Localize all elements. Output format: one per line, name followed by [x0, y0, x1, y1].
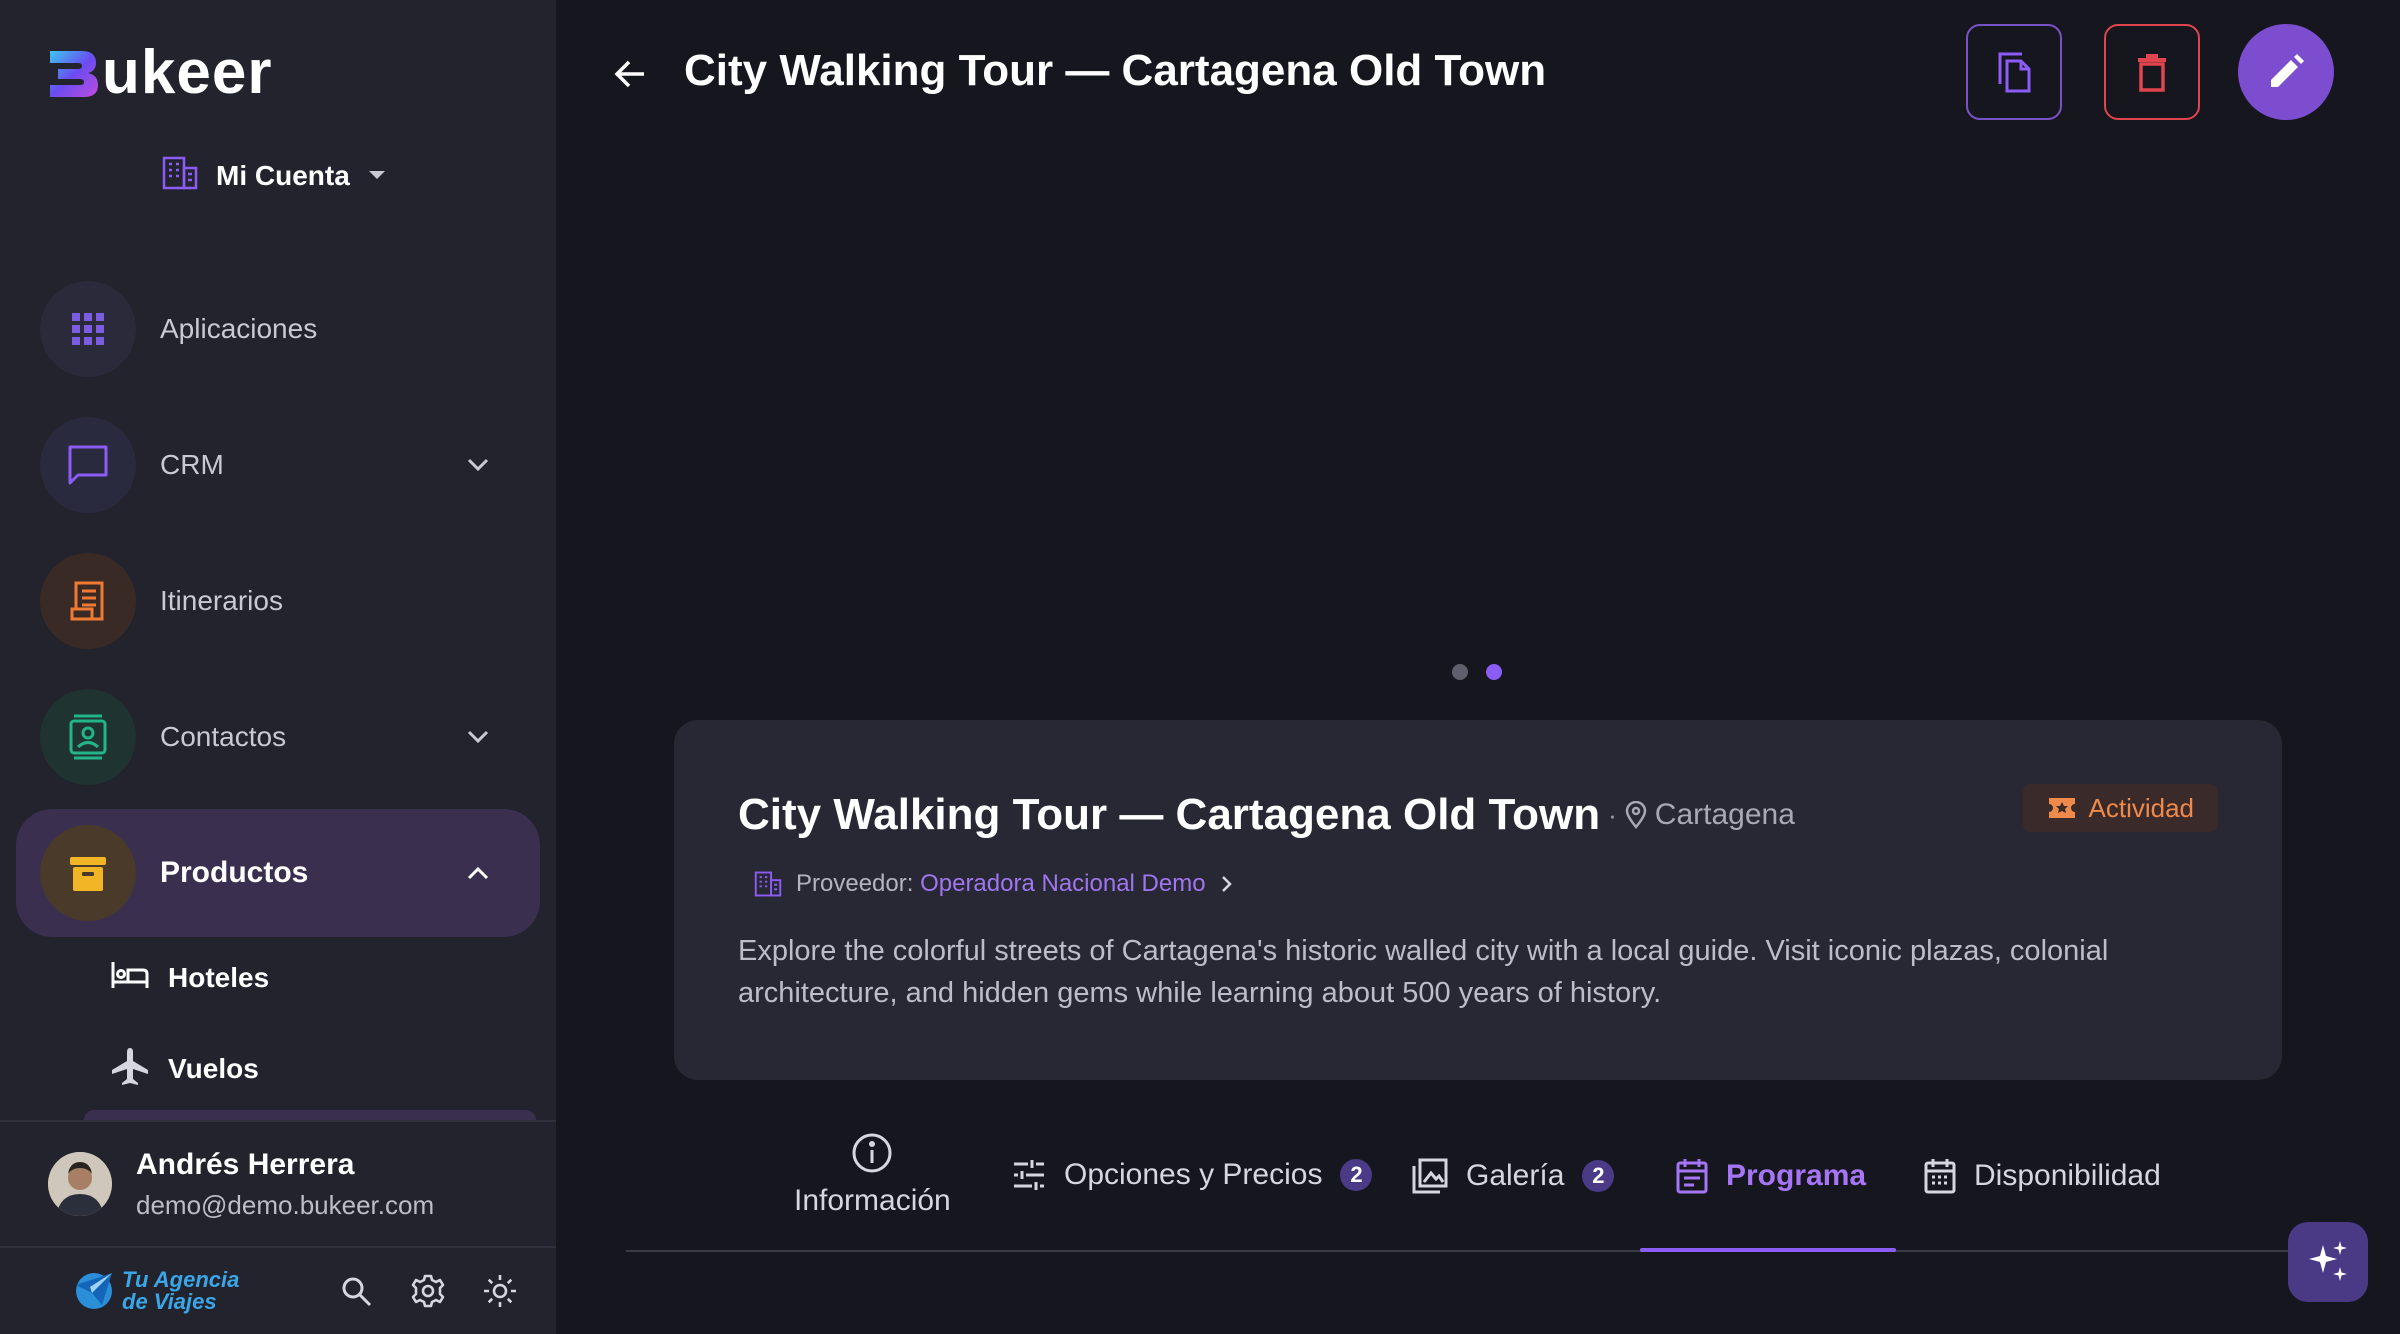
chevron-right-icon	[1221, 876, 1232, 892]
building-icon	[162, 156, 198, 195]
product-tabs: Información Opciones y Precios 2 Galería…	[626, 1110, 2290, 1252]
agency-name-line1: Tu Agencia	[122, 1267, 240, 1292]
chat-bubble-icon	[40, 417, 136, 513]
chevron-down-icon[interactable]	[458, 445, 498, 485]
tab-label: Galería	[1466, 1159, 1565, 1192]
product-type-badge: Actividad	[2022, 784, 2218, 832]
tab-informacion[interactable]: Información	[794, 1132, 951, 1218]
apps-grid-icon	[40, 281, 136, 377]
building-icon	[754, 871, 782, 897]
title-separator: ·	[1608, 799, 1617, 830]
logo-mark-icon	[44, 45, 102, 101]
contact-card-icon	[40, 689, 136, 785]
sidebar-subitem-hoteles[interactable]: Hoteles	[110, 960, 269, 995]
product-location: Cartagena	[1625, 798, 1795, 832]
sidebar-item-itinerarios[interactable]: Itinerarios	[16, 537, 540, 665]
sidebar-item-label: Productos	[160, 856, 309, 889]
info-icon	[852, 1133, 892, 1173]
trash-icon	[2138, 54, 2166, 92]
user-profile[interactable]: Andrés Herrera demo@demo.bukeer.com	[0, 1120, 556, 1246]
sidebar-item-label: Aplicaciones	[160, 313, 318, 344]
pencil-icon	[2271, 54, 2304, 87]
agency-name-line2: de Viajes	[122, 1289, 217, 1314]
account-selector[interactable]: Mi Cuenta	[162, 156, 386, 195]
map-pin-icon	[1625, 801, 1647, 829]
tab-count-badge: 2	[1582, 1160, 1615, 1192]
ticket-star-icon	[2048, 798, 2075, 818]
delete-button[interactable]	[2104, 24, 2200, 120]
sidebar-item-label: CRM	[160, 449, 224, 480]
copy-icon	[1998, 52, 2031, 93]
tab-programa[interactable]: Programa	[1676, 1158, 1866, 1194]
tab-count-badge: 2	[1340, 1159, 1373, 1191]
provider-link[interactable]: Operadora Nacional Demo	[920, 870, 1205, 897]
tab-label: Información	[794, 1184, 951, 1217]
page-title: City Walking Tour — Cartagena Old Town	[684, 46, 1547, 95]
sidebar-item-crm[interactable]: CRM	[16, 401, 540, 529]
avatar	[48, 1152, 112, 1216]
sidebar-item-productos[interactable]: Productos	[16, 809, 540, 937]
provider-label: Proveedor:	[796, 870, 914, 897]
airplane-icon	[110, 1046, 150, 1091]
tab-label: Programa	[1726, 1159, 1867, 1192]
sidebar-item-label: Contactos	[160, 721, 287, 752]
sliders-icon	[1014, 1160, 1044, 1190]
gallery-icon	[1412, 1158, 1448, 1194]
sidebar-item-contactos[interactable]: Contactos	[16, 673, 540, 801]
sidebar-subitem-label: Hoteles	[168, 961, 270, 993]
carousel-indicator	[1452, 664, 1502, 680]
logo-text: ukeer	[102, 38, 273, 107]
user-name: Andrés Herrera	[136, 1147, 355, 1181]
badge-label: Actividad	[2088, 792, 2195, 823]
calendar-grid-icon	[1924, 1159, 1956, 1194]
chevron-up-icon[interactable]	[458, 853, 498, 893]
sparkles-icon	[2309, 1241, 2347, 1281]
product-summary-card: City Walking Tour — Cartagena Old Town ·…	[674, 720, 2282, 1080]
archive-box-icon	[40, 825, 136, 921]
sidebar-item-label: Itinerarios	[160, 585, 283, 616]
location-label: Cartagena	[1654, 798, 1795, 831]
carousel-dot[interactable]	[1452, 664, 1468, 680]
back-button[interactable]	[608, 52, 652, 96]
app-logo[interactable]: ukeer	[44, 38, 272, 108]
tab-label: Disponibilidad	[1974, 1159, 2161, 1192]
sidebar-subitem-label: Vuelos	[168, 1052, 259, 1084]
duplicate-button[interactable]	[1966, 24, 2062, 120]
product-title: City Walking Tour — Cartagena Old Town	[738, 790, 1601, 839]
tab-galeria[interactable]: Galería 2	[1412, 1158, 1615, 1194]
tab-opciones-precios[interactable]: Opciones y Precios 2	[1012, 1158, 1373, 1192]
sidebar-subitem-vuelos[interactable]: Vuelos	[110, 1046, 259, 1091]
gear-icon[interactable]	[408, 1271, 448, 1311]
sun-icon[interactable]	[480, 1271, 520, 1311]
sidebar-footer: Tu Agencia de Viajes	[0, 1246, 556, 1334]
edit-button[interactable]	[2238, 24, 2334, 120]
bed-icon	[110, 960, 150, 995]
chevron-down-icon[interactable]	[458, 717, 498, 757]
caret-down-icon	[368, 167, 386, 185]
provider-row[interactable]: Proveedor: Operadora Nacional Demo	[754, 870, 1232, 898]
sidebar-item-aplicaciones[interactable]: Aplicaciones	[16, 265, 540, 393]
document-list-icon	[40, 553, 136, 649]
tab-label: Opciones y Precios	[1064, 1158, 1323, 1191]
agency-logo[interactable]: Tu Agencia de Viajes	[72, 1265, 239, 1318]
carousel-dot-active[interactable]	[1486, 664, 1502, 680]
active-tab-indicator	[1640, 1248, 1896, 1252]
ai-assistant-button[interactable]	[2288, 1222, 2368, 1302]
sidebar: ukeer Mi Cuenta Aplicaciones CRM Itinera…	[0, 0, 556, 1334]
agency-globe-icon	[72, 1265, 116, 1318]
user-email: demo@demo.bukeer.com	[136, 1189, 435, 1220]
product-description: Explore the colorful streets of Cartagen…	[738, 935, 2109, 1009]
arrow-left-icon	[614, 60, 644, 88]
calendar-list-icon	[1676, 1159, 1708, 1194]
account-label: Mi Cuenta	[216, 159, 350, 191]
tab-disponibilidad[interactable]: Disponibilidad	[1924, 1158, 2161, 1194]
search-icon[interactable]	[336, 1271, 376, 1311]
